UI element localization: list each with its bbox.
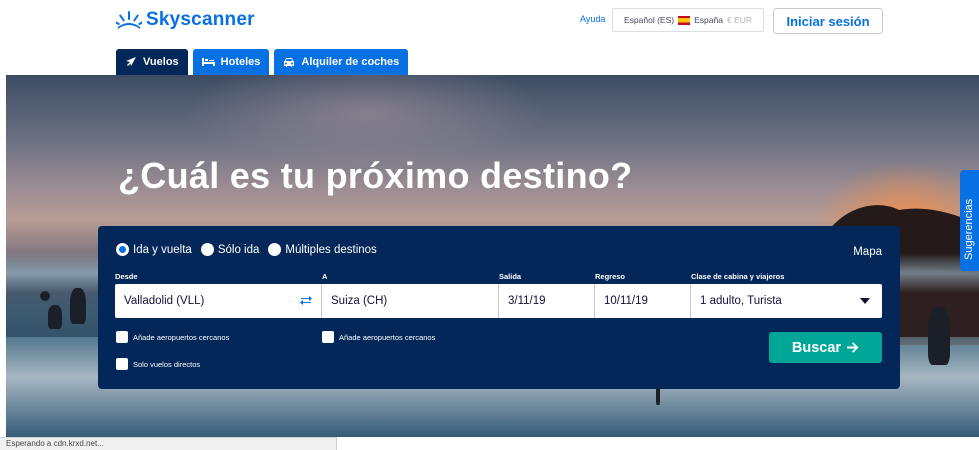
- arrow-right-icon: [847, 342, 859, 353]
- tab-car-hire[interactable]: Alquiler de coches: [274, 49, 409, 75]
- return-value: 10/11/19: [604, 295, 648, 307]
- country-label: España: [694, 15, 723, 25]
- radio-label: Múltiples destinos: [285, 243, 377, 256]
- tab-label: Hoteles: [220, 56, 261, 68]
- locale-selector[interactable]: Español (ES) España € EUR: [612, 8, 764, 32]
- depart-field[interactable]: 3/11/19: [499, 284, 595, 318]
- spain-flag-icon: [678, 15, 691, 25]
- radio-button[interactable]: [116, 243, 129, 256]
- hero-title: ¿Cuál es tu próximo destino?: [118, 155, 633, 196]
- tab-hotels[interactable]: Hoteles: [192, 49, 270, 75]
- nearby-destination-checkbox[interactable]: [322, 331, 334, 343]
- radio-multi-city[interactable]: Múltiples destinos: [268, 243, 377, 256]
- cabin-label: Clase de cabina y viajeros: [691, 272, 785, 281]
- chevron-down-icon: [860, 298, 870, 304]
- tab-label: Alquiler de coches: [301, 56, 400, 68]
- to-field[interactable]: Suiza (CH): [322, 284, 499, 318]
- radio-label: Ida y vuelta: [133, 243, 192, 256]
- from-label: Desde: [115, 272, 138, 281]
- radio-one-way[interactable]: Sólo ida: [200, 243, 260, 256]
- checkbox-label: Añade aeropuertos cercanos: [339, 332, 436, 342]
- checkbox-label: Solo vuelos directos: [133, 359, 201, 369]
- suggestions-tab[interactable]: Sugerencias: [960, 170, 979, 271]
- checkbox-label: Añade aeropuertos cercanos: [133, 332, 230, 342]
- flight-search-panel: Ida y vuelta Sólo ida Múltiples destinos…: [98, 226, 900, 389]
- browser-status-bar: Esperando a cdn.krxd.net...: [0, 437, 337, 450]
- sunrise-logo-icon: [116, 11, 142, 29]
- nearby-destination-option[interactable]: Añade aeropuertos cercanos: [322, 331, 435, 343]
- help-link[interactable]: Ayuda: [580, 14, 605, 24]
- nearby-origin-option[interactable]: Añade aeropuertos cercanos: [116, 331, 229, 343]
- login-button[interactable]: Iniciar sesión: [773, 8, 883, 34]
- radio-label: Sólo ida: [217, 243, 260, 256]
- plane-icon: [126, 57, 136, 66]
- swap-icon[interactable]: [300, 295, 312, 306]
- skyscanner-logo[interactable]: Skyscanner: [116, 9, 255, 31]
- swimmer-figure: [48, 305, 62, 329]
- to-label: A: [322, 272, 328, 281]
- to-value: Suiza (CH): [331, 295, 388, 307]
- tab-flights[interactable]: Vuelos: [116, 49, 188, 75]
- car-icon: [284, 57, 295, 67]
- trip-type-group: Ida y vuelta Sólo ida Múltiples destinos: [116, 243, 386, 256]
- currency-label: € EUR: [726, 15, 752, 25]
- swimmer-figure: [40, 291, 50, 301]
- search-button-label: Buscar: [791, 339, 842, 356]
- cabin-travellers-select[interactable]: 1 adulto, Turista: [691, 284, 882, 318]
- bed-icon: [201, 58, 215, 66]
- map-link[interactable]: Mapa: [853, 246, 882, 258]
- from-field[interactable]: Valladolid (VLL): [115, 284, 322, 318]
- depart-label: Salida: [499, 272, 522, 281]
- direct-flights-option[interactable]: Solo vuelos directos: [116, 358, 200, 370]
- direct-flights-checkbox[interactable]: [116, 358, 128, 370]
- cabin-value: 1 adulto, Turista: [700, 295, 782, 307]
- brand-name: Skyscanner: [146, 9, 255, 30]
- language-label: Español (ES): [624, 15, 675, 25]
- radio-round-trip[interactable]: Ida y vuelta: [116, 243, 192, 256]
- radio-button[interactable]: [200, 243, 214, 256]
- return-label: Regreso: [595, 272, 626, 281]
- swimmer-figure: [70, 288, 86, 324]
- tab-label: Vuelos: [143, 56, 179, 68]
- suggestions-label: Sugerencias: [963, 198, 975, 260]
- from-value: Valladolid (VLL): [124, 295, 205, 307]
- runner-figure: [928, 307, 950, 365]
- site-header: Skyscanner Ayuda Español (ES) España € E…: [0, 0, 979, 75]
- search-button[interactable]: Buscar: [769, 332, 882, 363]
- radio-button[interactable]: [268, 243, 282, 256]
- product-tabs: Vuelos Hoteles Alquiler de coches: [116, 49, 409, 75]
- depart-value: 3/11/19: [508, 295, 546, 307]
- search-fields: Valladolid (VLL) Suiza (CH) 3/11/19 10/1…: [115, 284, 882, 318]
- nearby-origin-checkbox[interactable]: [116, 331, 128, 343]
- return-field[interactable]: 10/11/19: [595, 284, 691, 318]
